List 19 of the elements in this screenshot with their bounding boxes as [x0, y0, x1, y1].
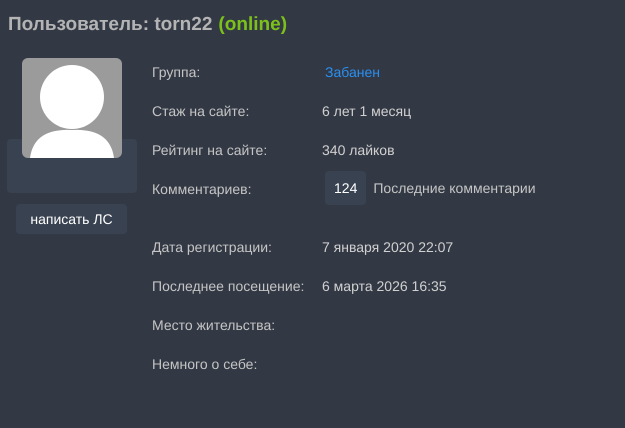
field-value: 6 лет 1 месяц	[322, 102, 412, 121]
field-value: 340 лайков	[322, 141, 395, 160]
field-value: 6 марта 2026 16:35	[322, 277, 447, 296]
send-message-button[interactable]: написать ЛС	[16, 204, 127, 234]
avatar-icon	[22, 58, 122, 158]
group-link[interactable]: Забанен	[325, 62, 380, 101]
field-label: Комментариев:	[152, 180, 252, 199]
online-status: (online)	[218, 13, 288, 37]
recent-comments-link[interactable]: Последние комментарии	[373, 178, 536, 198]
field-label: Место жительства:	[152, 316, 276, 335]
field-value: 7 января 2020 22:07	[322, 238, 454, 257]
field-label: Рейтинг на сайте:	[152, 141, 268, 160]
page-title: Пользователь: torn22	[8, 13, 212, 37]
field-label: Группа:	[152, 63, 202, 82]
field-label: Дата регистрации:	[152, 238, 273, 257]
comment-count: 124	[325, 171, 366, 205]
field-label: Последнее посещение:	[152, 277, 306, 296]
field-label: Стаж на сайте:	[152, 102, 250, 121]
field-label: Немного о себе:	[152, 355, 258, 374]
